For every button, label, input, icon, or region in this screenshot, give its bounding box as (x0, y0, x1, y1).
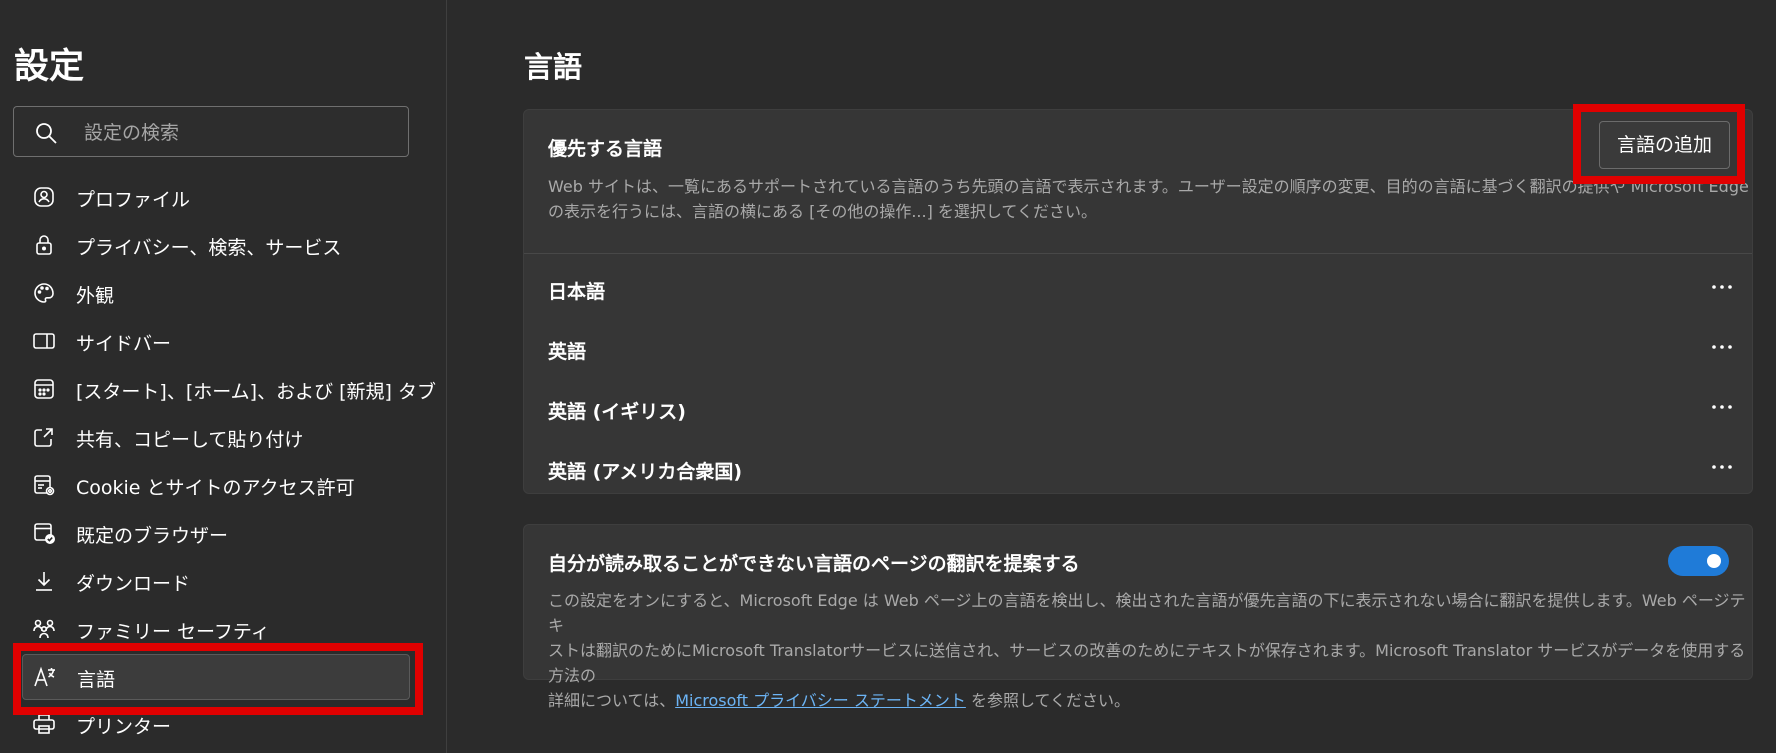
language-row: 日本語 (524, 259, 1752, 319)
translate-offer-description: この設定をオンにすると、Microsoft Edge は Web ページ上の言語… (548, 591, 1746, 710)
more-actions-icon[interactable] (1706, 329, 1738, 365)
toggle-knob (1707, 554, 1721, 568)
search-input[interactable] (82, 115, 396, 150)
language-name: 日本語 (548, 281, 606, 303)
sidebar-item-default-browser[interactable]: 既定のブラウザー (22, 511, 410, 555)
preferred-languages-description: Web サイトは、一覧にあるサポートされている言語のうち先頭の言語で表示されます… (548, 177, 1749, 221)
card-divider (524, 253, 1752, 254)
more-actions-icon[interactable] (1706, 269, 1738, 305)
sidebar-item-languages[interactable]: 言語 (22, 654, 410, 700)
translate-offer-toggle[interactable] (1668, 546, 1729, 576)
sidebar-item-start-home-newtab[interactable]: [スタート]、[ホーム]、および [新規] タブ (22, 367, 436, 411)
sidebar-item-profile[interactable]: プロファイル (22, 175, 410, 219)
privacy-statement-link[interactable]: Microsoft プライバシー ステートメント (675, 691, 966, 710)
language-name: 英語 (イギリス) (548, 401, 686, 423)
sidebar-item-sidebar[interactable]: サイドバー (22, 319, 410, 363)
profile-icon (34, 187, 54, 207)
sidebar-title: 設定 (14, 47, 85, 87)
sidebar-item-appearance[interactable]: 外観 (22, 271, 410, 315)
sidebar-item-label: 共有、コピーして貼り付け (76, 429, 304, 451)
sidebar-item-label: プライバシー、検索、サービス (76, 237, 342, 259)
language-name: 英語 (548, 341, 587, 363)
sidebar-item-label: [スタート]、[ホーム]、および [新規] タブ (76, 381, 436, 403)
family-icon (33, 619, 55, 639)
language-row: 英語 (524, 319, 1752, 379)
sidebar-item-label: プリンター (76, 716, 172, 738)
site-permissions-icon (34, 475, 55, 496)
language-name: 英語 (アメリカ合衆国) (548, 461, 743, 483)
home-tab-icon (34, 379, 54, 399)
sidebar-item-label: ファミリー セーフティ (76, 621, 270, 643)
download-icon (36, 572, 52, 591)
sidebar-item-cookies-permissions[interactable]: Cookie とサイトのアクセス許可 (22, 463, 410, 507)
page-title: 言語 (524, 50, 583, 84)
sidebar-item-label: ダウンロード (76, 573, 191, 595)
search-icon (36, 123, 57, 144)
palette-icon (34, 283, 54, 303)
share-icon (34, 428, 53, 447)
sidebar-item-label: プロファイル (76, 189, 191, 211)
add-language-button[interactable]: 言語の追加 (1599, 121, 1730, 169)
sidebar-item-label: 既定のブラウザー (76, 525, 229, 547)
sidebar-item-downloads[interactable]: ダウンロード (22, 559, 410, 603)
sidebar-item-label: サイドバー (76, 333, 172, 355)
sidebar-item-label: 外観 (76, 285, 115, 307)
sidebar-item-share-copy-paste[interactable]: 共有、コピーして貼り付け (22, 415, 410, 459)
sidebar-icon (33, 333, 55, 349)
sidebar-item-printers[interactable]: プリンター (22, 702, 410, 746)
language-icon (34, 666, 55, 687)
preferred-languages-card: 優先する言語 Web サイトは、一覧にあるサポートされている言語のうち先頭の言語… (523, 109, 1753, 494)
language-row: 英語 (アメリカ合衆国) (524, 439, 1752, 499)
preferred-languages-title: 優先する言語 (548, 138, 663, 160)
sidebar-item-label: 言語 (77, 669, 116, 691)
sidebar-item-label: Cookie とサイトのアクセス許可 (76, 477, 355, 499)
translate-offer-title: 自分が読み取ることができない言語のページの翻訳を提案する (548, 553, 1080, 575)
more-actions-icon[interactable] (1706, 449, 1738, 485)
lock-icon (36, 235, 52, 255)
sidebar-item-family-safety[interactable]: ファミリー セーフティ (22, 607, 410, 651)
settings-sidebar: 設定 プロファイル プライバシー、検索、サービス 外観 サイドバー (0, 0, 447, 753)
printer-icon (33, 714, 55, 734)
language-row: 英語 (イギリス) (524, 379, 1752, 439)
translate-offer-card: 自分が読み取ることができない言語のページの翻訳を提案する この設定をオンにすると… (523, 524, 1753, 710)
more-actions-icon[interactable] (1706, 389, 1738, 425)
sidebar-item-privacy[interactable]: プライバシー、検索、サービス (22, 223, 410, 267)
default-browser-icon (34, 523, 55, 544)
settings-search-box[interactable] (13, 106, 409, 157)
